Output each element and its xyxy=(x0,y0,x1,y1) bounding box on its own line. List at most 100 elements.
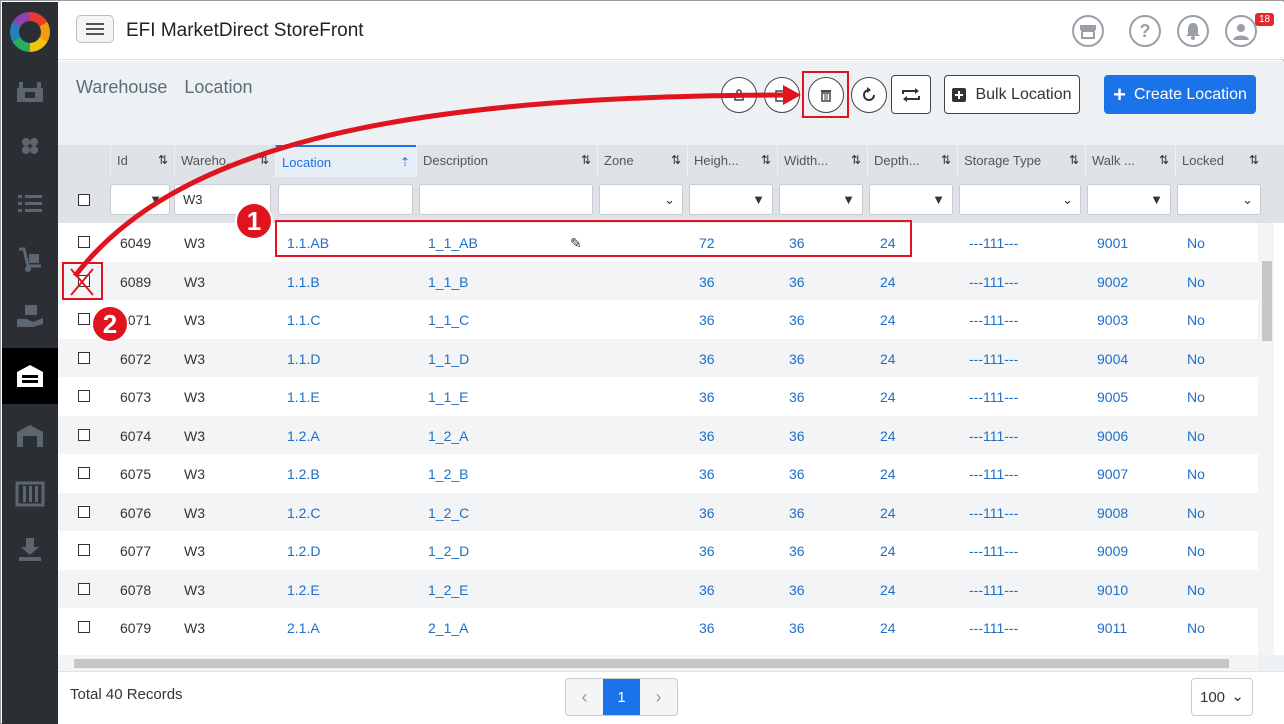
column-header-locked[interactable]: Locked ⇅ xyxy=(1175,145,1265,177)
brand-logo[interactable] xyxy=(10,12,50,52)
cell-description[interactable]: 1_2_D xyxy=(428,543,469,559)
cell-location[interactable]: 1.1.D xyxy=(287,351,320,367)
sort-icon[interactable]: ⇅ xyxy=(1069,153,1079,167)
cell-height[interactable]: 36 xyxy=(699,505,715,521)
cell-height[interactable]: 36 xyxy=(699,389,715,405)
cell-depth[interactable]: 24 xyxy=(880,428,896,444)
cell-description[interactable]: 1_2_C xyxy=(428,505,469,521)
row-checkbox[interactable] xyxy=(78,467,90,479)
cell-depth[interactable]: 24 xyxy=(880,505,896,521)
cell-location[interactable]: 2.1.A xyxy=(287,620,320,636)
cell-locked[interactable]: No xyxy=(1187,466,1205,482)
cell-locked[interactable]: No xyxy=(1187,389,1205,405)
cell-description[interactable]: 1_2_E xyxy=(428,582,468,598)
zone-filter-select[interactable]: ⌄ xyxy=(599,184,683,215)
table-row[interactable]: 6079 W3 2.1.A 2_1_A 36 36 24 ---111--- 9011 No xyxy=(58,608,1258,646)
vertical-scrollbar[interactable] xyxy=(1258,223,1274,655)
cell-locked[interactable]: No xyxy=(1187,543,1205,559)
filter-icon[interactable]: ▼ xyxy=(1150,192,1163,207)
cell-width[interactable]: 36 xyxy=(789,620,805,636)
row-checkbox[interactable] xyxy=(78,351,90,364)
sort-icon[interactable]: ⇅ xyxy=(851,153,861,167)
sort-icon[interactable]: ⇅ xyxy=(158,153,168,167)
column-header-walk[interactable]: Walk ... ⇅ xyxy=(1085,145,1175,177)
cell-description[interactable]: 1_2_B xyxy=(428,466,468,482)
cell-storage[interactable]: ---111--- xyxy=(969,466,1018,482)
table-row[interactable]: 6076 W3 1.2.C 1_2_C 36 36 24 ---111--- 9008 No xyxy=(58,492,1258,531)
cell-width[interactable]: 36 xyxy=(789,389,805,405)
cell-depth[interactable]: 24 xyxy=(880,351,896,367)
cell-depth[interactable]: 24 xyxy=(880,312,896,328)
table-row[interactable]: 6078 W3 1.2.E 1_2_E 36 36 24 ---111--- 9010 No xyxy=(58,569,1258,608)
sort-ascending-icon[interactable]: ⇡ xyxy=(400,155,410,169)
cell-height[interactable]: 36 xyxy=(699,543,715,559)
next-page-button[interactable]: › xyxy=(640,679,677,715)
cell-locked[interactable]: No xyxy=(1187,351,1205,367)
cell-storage[interactable]: ---111--- xyxy=(969,274,1018,290)
notifications-button[interactable] xyxy=(1177,15,1209,47)
cell-storage[interactable]: ---111--- xyxy=(969,312,1018,328)
select-all-checkbox[interactable] xyxy=(78,194,90,206)
hamburger-menu-button[interactable] xyxy=(76,15,114,43)
cell-location[interactable]: 1.1.C xyxy=(287,312,320,328)
cell-storage[interactable]: ---111--- xyxy=(969,351,1018,367)
sidebar-item-storage[interactable] xyxy=(2,408,58,464)
table-row[interactable]: 6072 W3 1.1.D 1_1_D 36 36 24 ---111--- 9004 No xyxy=(58,338,1258,377)
table-row[interactable]: 6073 W3 1.1.E 1_1_E 36 36 24 ---111--- 9005 No xyxy=(58,377,1258,415)
cell-walk[interactable]: 9010 xyxy=(1097,582,1128,598)
cell-locked[interactable]: No xyxy=(1187,312,1205,328)
cell-depth[interactable]: 24 xyxy=(880,582,896,598)
cell-storage[interactable]: ---111--- xyxy=(969,235,1018,251)
cell-location[interactable]: 1.2.D xyxy=(287,543,320,559)
column-header-width[interactable]: Width... ⇅ xyxy=(777,145,867,177)
cell-width[interactable]: 36 xyxy=(789,312,805,328)
cell-height[interactable]: 36 xyxy=(699,582,715,598)
cell-walk[interactable]: 9003 xyxy=(1097,312,1128,328)
user-profile-button[interactable] xyxy=(1225,15,1257,47)
vertical-scroll-thumb[interactable] xyxy=(1262,261,1272,341)
horizontal-scrollbar[interactable] xyxy=(58,655,1258,671)
cell-storage[interactable]: ---111--- xyxy=(969,620,1018,636)
cell-locked[interactable]: No xyxy=(1187,274,1205,290)
storefront-button[interactable] xyxy=(1072,15,1104,47)
cell-storage[interactable]: ---111--- xyxy=(969,582,1018,598)
cell-storage[interactable]: ---111--- xyxy=(969,389,1018,405)
cell-height[interactable]: 36 xyxy=(699,351,715,367)
table-row[interactable]: 6071 W3 1.1.C 1_1_C 36 36 24 ---111--- 9003 No xyxy=(58,300,1258,338)
cell-location[interactable]: 1.2.C xyxy=(287,505,320,521)
row-checkbox[interactable] xyxy=(78,621,90,633)
cell-locked[interactable]: No xyxy=(1187,620,1205,636)
help-button[interactable]: ? xyxy=(1129,15,1161,47)
sidebar-item-receiving[interactable] xyxy=(2,288,58,344)
current-page-button[interactable]: 1 xyxy=(603,679,640,715)
cell-depth[interactable]: 24 xyxy=(880,466,896,482)
cell-depth[interactable]: 24 xyxy=(880,389,896,405)
filter-icon[interactable]: ▼ xyxy=(842,192,855,207)
width-filter[interactable]: ▼ xyxy=(779,184,863,215)
sort-icon[interactable]: ⇅ xyxy=(1249,153,1259,167)
cell-description[interactable]: 1_1_C xyxy=(428,312,469,328)
cell-width[interactable]: 36 xyxy=(789,582,805,598)
filter-icon[interactable]: ▼ xyxy=(932,192,945,207)
sidebar-item-warehouse[interactable] xyxy=(2,348,58,404)
column-header-description[interactable]: Description ⇅ xyxy=(416,145,597,177)
cell-description[interactable]: 2_1_A xyxy=(428,620,468,636)
sort-icon[interactable]: ⇅ xyxy=(671,153,681,167)
cell-description[interactable]: 1_2_A xyxy=(428,428,468,444)
prev-page-button[interactable]: ‹ xyxy=(566,679,603,715)
locked-filter-select[interactable]: ⌄ xyxy=(1177,184,1261,215)
location-filter[interactable] xyxy=(278,184,413,215)
height-filter[interactable]: ▼ xyxy=(689,184,773,215)
cell-location[interactable]: 1.1.E xyxy=(287,389,320,405)
sort-icon[interactable]: ⇅ xyxy=(761,153,771,167)
cell-walk[interactable]: 9008 xyxy=(1097,505,1128,521)
table-row[interactable]: 6077 W3 1.2.D 1_2_D 36 36 24 ---111--- 9009 No xyxy=(58,531,1258,569)
column-header-zone[interactable]: Zone ⇅ xyxy=(597,145,687,177)
column-header-storage-type[interactable]: Storage Type ⇅ xyxy=(957,145,1085,177)
sidebar-item-download[interactable] xyxy=(2,522,58,578)
row-checkbox[interactable] xyxy=(78,236,90,248)
column-header-location[interactable]: Location ⇡ xyxy=(275,145,416,177)
column-header-warehouse[interactable]: Wareho... ⇅ xyxy=(174,145,275,177)
cell-width[interactable]: 36 xyxy=(789,543,805,559)
cell-walk[interactable]: 9001 xyxy=(1097,235,1128,251)
